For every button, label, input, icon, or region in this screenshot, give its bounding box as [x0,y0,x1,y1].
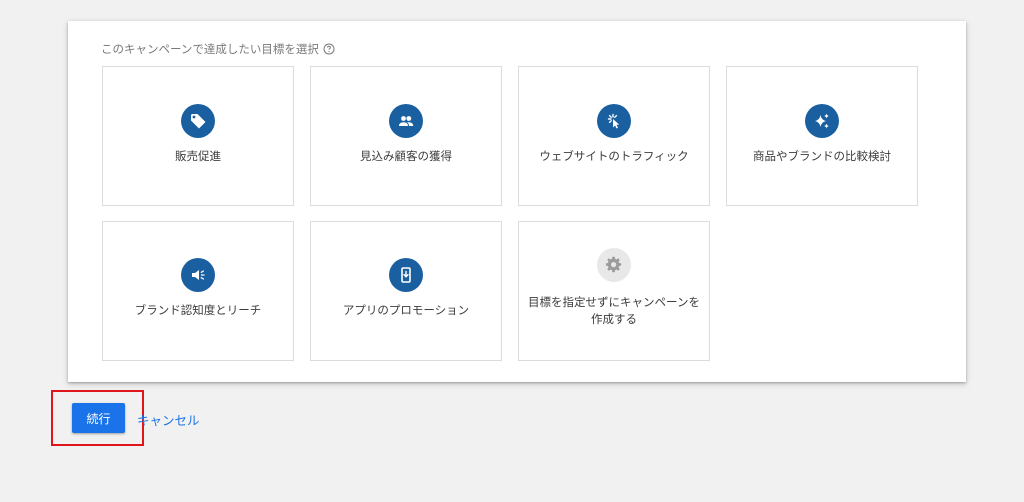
sparkle-icon [805,104,839,138]
phone-download-icon [389,258,423,292]
tag-icon [181,104,215,138]
goal-tile-leads[interactable]: 見込み顧客の獲得 [310,66,502,206]
cursor-click-icon [597,104,631,138]
continue-button[interactable]: 続行 [72,403,125,433]
goal-tile-consideration[interactable]: 商品やブランドの比較検討 [726,66,918,206]
megaphone-icon [181,258,215,292]
goal-tile-label: ウェブサイトのトラフィック [539,149,689,163]
goal-question: このキャンペーンで達成したい目標を選択 [101,41,335,57]
goal-tile-website-traffic[interactable]: ウェブサイトのトラフィック [518,66,710,206]
goal-selection-card: このキャンペーンで達成したい目標を選択 販売促進 見込み顧客の獲得 ウェブサイト… [68,21,966,382]
goal-tile-label-line2: 作成する [591,312,637,326]
goal-tile-label: ブランド認知度とリーチ [134,303,262,317]
help-circle-icon[interactable] [323,43,335,55]
goal-question-text: このキャンペーンで達成したい目標を選択 [101,42,319,56]
goal-tile-label: 商品やブランドの比較検討 [753,149,891,163]
goal-tile-label: 販売促進 [175,149,221,163]
goal-tile-label: 目標を指定せずにキャンペーンを 作成する [525,294,703,328]
goal-tile-no-goal[interactable]: 目標を指定せずにキャンペーンを 作成する [518,221,710,361]
goal-tile-app-promotion[interactable]: アプリのプロモーション [310,221,502,361]
goal-tile-label: アプリのプロモーション [342,303,470,317]
cancel-link[interactable]: キャンセル [137,410,200,429]
goal-tile-sales[interactable]: 販売促進 [102,66,294,206]
goal-tile-label: 見込み顧客の獲得 [360,149,452,163]
gear-icon [597,248,631,282]
goal-tile-brand-awareness[interactable]: ブランド認知度とリーチ [102,221,294,361]
people-icon [389,104,423,138]
goal-tile-label-line1: 目標を指定せずにキャンペーンを [528,295,700,309]
